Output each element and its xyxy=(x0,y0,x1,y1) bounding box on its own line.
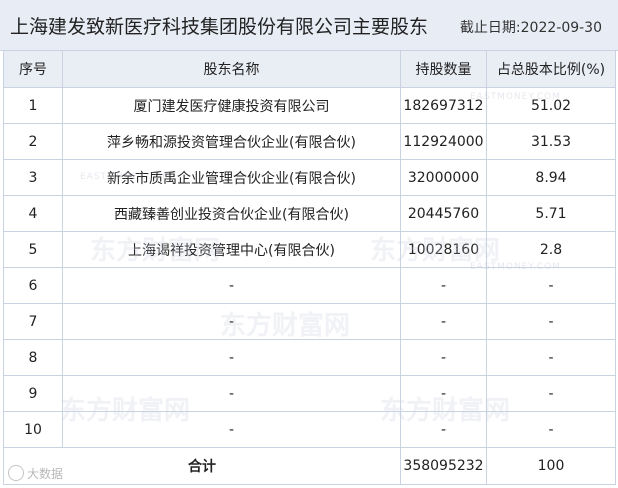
row-name: - xyxy=(62,375,401,412)
table-row: 4 西藏臻善创业投资合伙企业(有限合伙) 20445760 5.71 xyxy=(3,195,616,232)
col-header-ratio: 占总股本比例(%) xyxy=(486,50,616,88)
total-label: 合计 xyxy=(3,447,401,485)
row-no: 6 xyxy=(3,267,63,304)
data-logo-icon xyxy=(8,465,24,481)
row-name: 萍乡畅和源投资管理合伙企业(有限合伙) xyxy=(62,123,401,160)
table-row: 9 - - - xyxy=(3,375,616,412)
row-no: 1 xyxy=(3,87,63,124)
page-title: 上海建发致新医疗科技集团股份有限公司主要股东 xyxy=(10,16,429,38)
row-shares: - xyxy=(400,375,487,412)
row-ratio: 8.94 xyxy=(486,159,616,196)
row-no: 10 xyxy=(3,411,63,448)
row-no: 4 xyxy=(3,195,63,232)
row-ratio: 31.53 xyxy=(486,123,616,160)
row-ratio: - xyxy=(486,267,616,304)
watermark-sub: EASTMONEY.COM xyxy=(470,262,561,272)
row-no: 5 xyxy=(3,231,63,268)
row-ratio: - xyxy=(486,375,616,412)
row-ratio: - xyxy=(486,411,616,448)
col-header-shares: 持股数量 xyxy=(400,50,487,88)
row-shares: 32000000 xyxy=(400,159,487,196)
table-header-row: 序号 股东名称 持股数量 占总股本比例(%) xyxy=(3,50,616,88)
watermark-sub: EASTMONEY.COM xyxy=(80,172,171,182)
row-no: 7 xyxy=(3,303,63,340)
row-ratio: - xyxy=(486,339,616,376)
footer-logo: 大数据 xyxy=(8,465,63,482)
row-no: 8 xyxy=(3,339,63,376)
row-name: 上海谒祥投资管理中心(有限合伙) xyxy=(62,231,401,268)
watermark-sub: EASTMONEY.COM xyxy=(470,92,561,102)
row-ratio: - xyxy=(486,303,616,340)
col-header-name: 股东名称 xyxy=(62,50,401,88)
col-header-no: 序号 xyxy=(3,50,63,88)
row-no: 3 xyxy=(3,159,63,196)
row-name: - xyxy=(62,303,401,340)
total-shares: 358095232 xyxy=(400,447,487,485)
row-shares: 112924000 xyxy=(400,123,487,160)
table-row: 2 萍乡畅和源投资管理合伙企业(有限合伙) 112924000 31.53 xyxy=(3,123,616,160)
row-shares: 20445760 xyxy=(400,195,487,232)
row-ratio: 5.71 xyxy=(486,195,616,232)
table-row: 6 - - - xyxy=(3,267,616,304)
table-row: 8 - - - xyxy=(3,339,616,376)
row-name: - xyxy=(62,339,401,376)
row-name: 厦门建发医疗健康投资有限公司 xyxy=(62,87,401,124)
row-shares: - xyxy=(400,339,487,376)
row-name: - xyxy=(62,411,401,448)
row-shares: - xyxy=(400,411,487,448)
table-row: 7 - - - xyxy=(3,303,616,340)
row-shares: - xyxy=(400,267,487,304)
table-row: 10 - - - xyxy=(3,411,616,448)
title-bar: 上海建发致新医疗科技集团股份有限公司主要股东 截止日期:2022-09-30 xyxy=(0,0,618,51)
row-name: 西藏臻善创业投资合伙企业(有限合伙) xyxy=(62,195,401,232)
row-name: - xyxy=(62,267,401,304)
as-of-date: 截止日期:2022-09-30 xyxy=(459,20,602,36)
row-shares: - xyxy=(400,303,487,340)
row-no: 9 xyxy=(3,375,63,412)
total-row: 合计 358095232 100 xyxy=(3,447,616,485)
total-ratio: 100 xyxy=(486,447,616,485)
footer-logo-text: 大数据 xyxy=(27,467,64,481)
row-no: 2 xyxy=(3,123,63,160)
